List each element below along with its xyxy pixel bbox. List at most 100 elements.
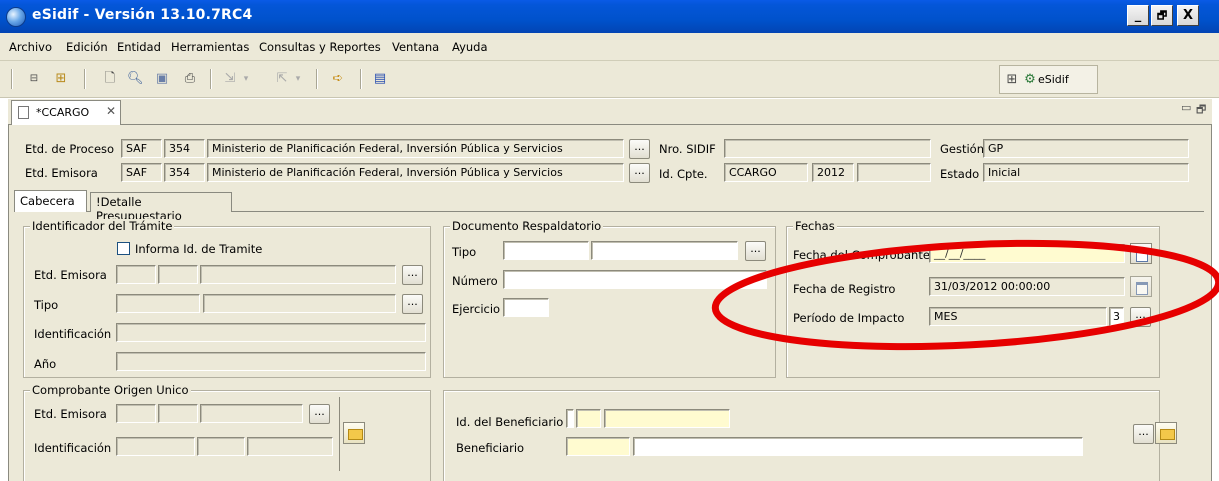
save-icon[interactable]: ▣	[154, 71, 170, 87]
fecha-registro-calendar-button	[1130, 276, 1152, 297]
id-beneficiario-tipo-field[interactable]	[566, 409, 574, 428]
tab-close-icon[interactable]: ✕	[106, 104, 116, 118]
ident-tipo-codigo-field[interactable]	[116, 294, 200, 313]
beneficiario-label: Beneficiario	[456, 441, 525, 455]
report-icon[interactable]: ▤	[372, 71, 388, 87]
co-etd-codigo-field[interactable]	[158, 404, 198, 423]
ident-tipo-label: Tipo	[34, 298, 59, 312]
export-icon: ⇱	[276, 71, 288, 86]
doc-tipo-lookup-button[interactable]: ...	[745, 241, 766, 261]
ident-tipo-lookup-button[interactable]: ...	[402, 294, 423, 314]
id-cpte-anio[interactable]: 2012	[812, 163, 854, 182]
co-open-folder-button[interactable]	[343, 422, 365, 444]
beneficiario-nombre-field[interactable]	[633, 437, 1083, 456]
search-icon[interactable]: 🔍︎	[127, 71, 144, 87]
ident-identificacion-field[interactable]	[116, 323, 426, 342]
id-beneficiario-prefix-field[interactable]	[576, 409, 601, 428]
tab-detalle-presupuestario[interactable]: !Detalle Presupuestario	[90, 192, 232, 223]
estado-field[interactable]: Inicial	[983, 163, 1189, 182]
etd-proceso-lookup-button[interactable]: ...	[629, 139, 650, 159]
etd-emisora-tipo[interactable]: SAF	[121, 163, 162, 182]
id-cpte-label: Id. Cpte.	[659, 167, 708, 181]
comprobante-origen-title: Comprobante Origen Unico	[30, 383, 191, 397]
ident-tipo-nombre-field[interactable]	[203, 294, 396, 313]
menu-consultas[interactable]: Consultas y Reportes	[259, 40, 381, 54]
menu-ventana[interactable]: Ventana	[392, 40, 439, 54]
beneficiario-codigo-field[interactable]	[566, 437, 630, 456]
tab-cabecera[interactable]: Cabecera	[14, 190, 87, 212]
co-etd-lookup-button[interactable]: ...	[309, 404, 330, 424]
menu-edicion[interactable]: Edición	[66, 40, 108, 54]
menu-entidad[interactable]: Entidad	[117, 40, 161, 54]
doc-ejercicio-field[interactable]	[503, 298, 549, 317]
id-cpte-tipo[interactable]: CCARGO	[724, 163, 808, 182]
print-icon[interactable]: ⎙	[182, 71, 198, 87]
etd-proceso-nombre[interactable]: Ministerio de Planificación Federal, Inv…	[207, 139, 624, 158]
periodo-impacto-field[interactable]: MES	[929, 307, 1107, 326]
etd-proceso-codigo[interactable]: 354	[164, 139, 205, 158]
fecha-registro-label: Fecha de Registro	[793, 282, 896, 296]
etd-emisora-nombre[interactable]: Ministerio de Planificación Federal, Inv…	[207, 163, 624, 182]
close-button[interactable]: X	[1177, 5, 1199, 26]
etd-emisora-codigo[interactable]: 354	[164, 163, 205, 182]
menu-ayuda[interactable]: Ayuda	[452, 40, 488, 54]
editor-tab[interactable]: *CCARGO ✕	[11, 100, 121, 125]
fechas-title: Fechas	[793, 219, 837, 233]
toolbar-separator	[316, 69, 318, 89]
restore-button[interactable]: 🗗	[1151, 5, 1173, 26]
etd-proceso-label: Etd. de Proceso	[25, 142, 115, 156]
gestion-field[interactable]: GP	[983, 139, 1189, 158]
id-cpte-numero[interactable]	[857, 163, 931, 182]
ident-anio-label: Año	[34, 357, 57, 371]
editor-tab-label: *CCARGO	[36, 106, 90, 119]
periodo-impacto-num[interactable]: 3	[1109, 307, 1124, 326]
dropdown-icon: ▾	[295, 74, 301, 84]
window-title: eSidif - Versión 13.10.7RC4	[32, 7, 253, 23]
open-perspective-icon[interactable]: ⊞	[1004, 72, 1020, 88]
perspective-switcher[interactable]: ⊞ ⚙ eSidif	[999, 65, 1098, 94]
menu-herramientas[interactable]: Herramientas	[171, 40, 249, 54]
nro-sidif-field[interactable]	[724, 139, 931, 158]
tree-icon[interactable]: ⊞	[53, 71, 69, 87]
beneficiario-lookup-button[interactable]: ...	[1133, 424, 1154, 444]
informa-id-checkbox[interactable]	[117, 242, 130, 255]
new-document-icon[interactable]: 🗋	[102, 71, 118, 87]
ident-etd-tipo-field[interactable]	[116, 265, 156, 284]
toolbar-separator	[84, 69, 86, 89]
ident-etd-nombre-field[interactable]	[200, 265, 396, 284]
import-icon: ⇲	[224, 71, 236, 86]
co-etd-nombre-field[interactable]	[200, 404, 303, 423]
maximize-view-icon[interactable]: 🗗	[1196, 101, 1206, 120]
forward-icon[interactable]: ➪	[330, 71, 346, 87]
menu-archivo[interactable]: Archivo	[9, 40, 52, 54]
co-identificacion-anio-field[interactable]	[197, 437, 245, 456]
beneficiario-group	[443, 390, 1160, 481]
co-identificacion-tipo-field[interactable]	[116, 437, 195, 456]
fecha-registro-field[interactable]: 31/03/2012 00:00:00	[929, 277, 1125, 296]
minimize-view-icon[interactable]: ▭	[1181, 101, 1191, 114]
ident-etd-codigo-field[interactable]	[158, 265, 198, 284]
co-identificacion-numero-field[interactable]	[247, 437, 333, 456]
doc-tipo-nombre-field[interactable]	[591, 241, 738, 260]
app-icon	[6, 7, 26, 27]
window-icon[interactable]: ⊟	[26, 71, 42, 87]
vertical-separator	[339, 397, 340, 471]
identificador-title: Identificador del Trámite	[30, 219, 175, 233]
doc-ejercicio-label: Ejercicio	[452, 302, 501, 316]
perspective-label: eSidif	[1038, 73, 1069, 86]
doc-numero-field[interactable]	[503, 270, 767, 289]
ident-etd-lookup-button[interactable]: ...	[402, 265, 423, 285]
id-beneficiario-field[interactable]	[604, 409, 730, 428]
doc-tipo-codigo-field[interactable]	[503, 241, 589, 260]
fecha-comprobante-calendar-button[interactable]	[1130, 243, 1152, 264]
ident-identificacion-label: Identificación	[34, 327, 112, 341]
etd-emisora-lookup-button[interactable]: ...	[629, 163, 650, 183]
etd-proceso-tipo[interactable]: SAF	[121, 139, 162, 158]
fecha-comprobante-field[interactable]: __/__/____	[929, 244, 1125, 263]
co-etd-tipo-field[interactable]	[116, 404, 156, 423]
ident-anio-field[interactable]	[116, 352, 426, 371]
minimize-button[interactable]: _	[1127, 5, 1149, 26]
periodo-impacto-lookup-button[interactable]: ...	[1130, 307, 1151, 327]
etd-emisora-label: Etd. Emisora	[25, 166, 98, 180]
beneficiario-open-folder-button[interactable]	[1155, 422, 1177, 444]
